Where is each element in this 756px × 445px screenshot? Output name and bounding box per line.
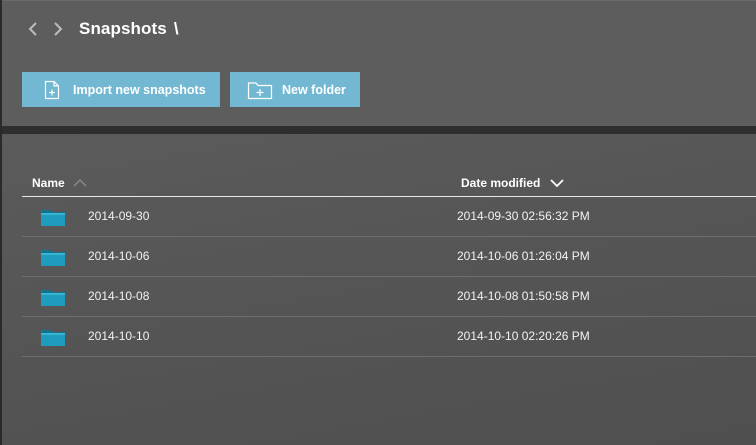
folder-date-modified: 2014-10-10 02:20:26 PM xyxy=(457,329,590,343)
top-panel: Snapshots \ Import new snapshots New fol… xyxy=(2,0,756,127)
folder-add-icon xyxy=(247,80,273,100)
breadcrumb-separator: \ xyxy=(173,19,179,38)
column-header-name-label: Name xyxy=(32,176,65,190)
import-snapshots-label: Import new snapshots xyxy=(73,82,206,97)
back-button[interactable] xyxy=(24,18,42,40)
table-row[interactable]: 2014-10-08 2014-10-08 01:50:58 PM xyxy=(22,276,756,317)
breadcrumb: Snapshots \ xyxy=(24,17,179,41)
folder-date-modified: 2014-10-06 01:26:04 PM xyxy=(457,249,590,263)
column-header-date-label: Date modified xyxy=(461,176,541,190)
folder-name: 2014-10-06 xyxy=(88,249,150,263)
import-snapshots-button[interactable]: Import new snapshots xyxy=(22,72,220,107)
forward-button[interactable] xyxy=(49,18,67,40)
column-header-name[interactable]: Name xyxy=(32,176,87,190)
folder-icon xyxy=(41,288,65,311)
table-row[interactable]: 2014-09-30 2014-09-30 02:56:32 PM xyxy=(22,196,756,237)
new-folder-label: New folder xyxy=(282,82,346,97)
folder-name: 2014-10-08 xyxy=(88,289,150,303)
folder-icon xyxy=(41,208,65,231)
new-folder-button[interactable]: New folder xyxy=(230,72,360,107)
chevron-right-icon xyxy=(54,22,63,36)
folder-icon xyxy=(41,328,65,351)
list-header: Name Date modified xyxy=(22,172,756,197)
sort-up-icon xyxy=(73,178,87,187)
folder-name: 2014-10-10 xyxy=(88,329,150,343)
file-list-panel: Name Date modified 2014-09-30 2014-09-30… xyxy=(2,134,756,445)
panel-divider xyxy=(2,126,756,134)
breadcrumb-title[interactable]: Snapshots xyxy=(79,19,167,39)
folder-date-modified: 2014-10-08 01:50:58 PM xyxy=(457,289,590,303)
folder-name: 2014-09-30 xyxy=(88,209,150,223)
column-header-date-modified[interactable]: Date modified xyxy=(461,176,564,190)
folder-date-modified: 2014-09-30 02:56:32 PM xyxy=(457,209,590,223)
table-row[interactable]: 2014-10-06 2014-10-06 01:26:04 PM xyxy=(22,236,756,277)
file-add-icon xyxy=(42,80,62,100)
sort-down-icon xyxy=(550,179,564,188)
chevron-left-icon xyxy=(28,22,37,36)
folder-icon xyxy=(41,248,65,271)
table-row[interactable]: 2014-10-10 2014-10-10 02:20:26 PM xyxy=(22,316,756,357)
